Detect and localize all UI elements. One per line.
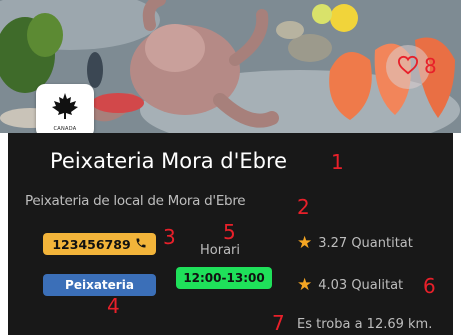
hours-badge: 12:00-13:00 (176, 267, 272, 289)
shop-description: Peixateria de local de Mora d'Ebre (25, 193, 246, 209)
shop-card[interactable]: CANADA Peixateria Mora d'Ebre Peixateria… (0, 0, 461, 335)
annotation-2: 2 (297, 195, 310, 219)
annotation-8: 8 (424, 54, 437, 78)
star-icon: ★ (297, 275, 313, 295)
star-icon: ★ (297, 233, 313, 253)
annotation-7: 7 (272, 311, 285, 335)
quantity-rating: ★ 3.27 Quantitat (297, 235, 413, 252)
shop-name: Peixateria Mora d'Ebre (50, 149, 288, 173)
annotation-3: 3 (163, 225, 176, 249)
heart-icon (397, 55, 419, 79)
shop-logo: CANADA (36, 84, 94, 138)
quality-rating-text: 4.03 Qualitat (318, 278, 404, 293)
phone-button[interactable]: 123456789 (43, 233, 156, 255)
logo-caption: CANADA (53, 125, 77, 132)
category-badge: Peixateria (43, 274, 156, 296)
distance-text: Es troba a 12.69 km. (297, 317, 433, 332)
phone-number: 123456789 (52, 236, 131, 252)
phone-icon (131, 237, 147, 252)
quantity-rating-text: 3.27 Quantitat (318, 236, 413, 251)
annotation-5: 5 (223, 220, 236, 244)
quality-rating: ★ 4.03 Qualitat (297, 277, 403, 294)
hours-label: Horari (200, 243, 240, 258)
maple-leaf-icon (50, 91, 80, 125)
annotation-1: 1 (331, 150, 344, 174)
annotation-6: 6 (423, 274, 436, 298)
annotation-4: 4 (107, 294, 120, 318)
